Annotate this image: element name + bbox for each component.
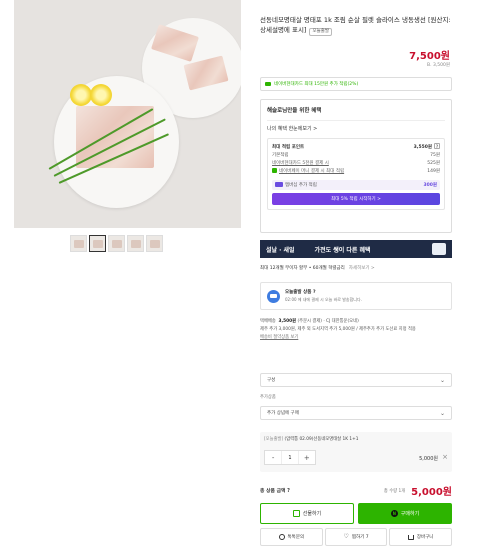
extra-select-value: 추가 상념에 구매: [267, 411, 299, 416]
installment-text: 최대 12개월 무이자 할부 • 60개월 혁렬금리: [260, 266, 345, 271]
shipping-info: 택배배송 3,500원 (주문시 결제) · CJ 대한통운(오네) 제주 추가…: [260, 318, 452, 342]
point-row-label: 기본적립: [272, 153, 289, 158]
benefit-title: 해슬로님만을 위한 혜택: [267, 108, 322, 114]
installment-more-link[interactable]: 자세히보기 >: [349, 266, 375, 271]
lemon-slice: [70, 84, 92, 106]
membership-icon: [275, 182, 283, 187]
thumbnail[interactable]: [70, 235, 87, 252]
buy-button-label: 구매하기: [400, 511, 420, 517]
cart-button[interactable]: 장바구니: [389, 528, 453, 546]
total-qty: 총 수량 1개: [383, 488, 406, 494]
extra-product-label: 추가상품: [260, 395, 276, 400]
card-promo-text: 네이버현대카드 최대 15만원 추가 적립(2%): [274, 82, 359, 87]
chevron-down-icon: ⌄: [439, 377, 445, 384]
option-tag: [오늘출발]: [264, 437, 284, 442]
npay-icon: [272, 168, 277, 173]
point-row-value: 525원: [427, 161, 440, 166]
benefit-overview-link[interactable]: 나의 혜택 한눈에보기 >: [267, 125, 445, 132]
delivery-title: 오늘출발 상품 ?: [285, 290, 316, 295]
shipping-saving-link[interactable]: 배송비 절약상품 보기: [260, 334, 452, 342]
point-summary: 최대 적립 포인트 3,550원? 기본적립 75원 네이버현대카드 5천원 결…: [267, 138, 445, 210]
membership-row: 멤버십 추가 적립 300원: [272, 180, 440, 190]
option-name-text: (압력통 02.09)선동네모명태살 1K 1+1: [284, 437, 359, 442]
composition-select-value: 구성: [267, 378, 276, 383]
membership-label: 멤버십 추가 적립: [285, 183, 317, 188]
heart-icon: ♡: [343, 533, 349, 540]
max-point-row: 최대 적립 포인트 3,550원?: [272, 143, 440, 152]
delivery-desc: 02:00 에 내에 결제 시 오늘 바로 발송합니다.: [285, 297, 362, 302]
selected-option-name: [오늘출발] (압력통 02.09)선동네모명태살 1K 1+1: [264, 436, 448, 442]
total-label: 총 상품 금액 ?: [260, 489, 290, 494]
bottom-action-bar: 톡톡문의 ♡ 찜하기 7 장바구니: [260, 528, 453, 546]
point-row: 네이버페이 머니 결제 시 최대 적립 149원: [272, 168, 440, 176]
chevron-down-icon: ⌄: [439, 410, 445, 417]
gift-button[interactable]: 선물하기: [260, 503, 354, 524]
thumbnail[interactable]: [146, 235, 163, 252]
composition-select[interactable]: 구성 ⌄: [260, 373, 452, 387]
talk-button-label: 톡톡문의: [287, 535, 305, 540]
membership-start-button[interactable]: 최대 5% 적립 시작하기 >: [272, 193, 440, 205]
max-point-label: 최대 적립 포인트: [272, 144, 305, 150]
point-row-link[interactable]: 네이버현대카드 5천원 결제 시: [272, 160, 329, 168]
decrease-button[interactable]: -: [265, 451, 281, 464]
selected-option: [오늘출발] (압력통 02.09)선동네모명태살 1K 1+1 - 1 + 5…: [260, 432, 452, 472]
card-icon: [265, 82, 271, 86]
shipping-fee: 3,500원: [278, 319, 297, 324]
option-price: 5,000원: [419, 456, 438, 462]
lemon-slice: [90, 84, 112, 106]
total-row: 총 상품 금액 ? 총 수량 1개 5,000원: [260, 483, 452, 498]
shipping-detail: (주문시 결제) · CJ 대한통운(오네): [297, 319, 359, 324]
promo-banner[interactable]: 설날 · 새일 가전도 쌩이 다른 혜택: [260, 240, 452, 258]
point-row-value: 149원: [427, 169, 440, 174]
point-row-value: 75원: [430, 153, 440, 158]
thumbnail[interactable]: [108, 235, 125, 252]
talk-button[interactable]: 톡톡문의: [260, 528, 323, 546]
shipping-note: B. 3,500원: [427, 63, 450, 68]
gift-icon: [292, 510, 300, 517]
card-promo-banner[interactable]: 네이버현대카드 최대 15만원 추가 적립(2%): [260, 77, 452, 91]
close-icon[interactable]: ×: [442, 453, 448, 461]
increase-button[interactable]: +: [299, 451, 315, 464]
promo-banner-left: 설날 · 새일: [266, 246, 295, 254]
like-button[interactable]: ♡ 찜하기 7: [324, 528, 388, 546]
truck-icon: [267, 289, 280, 303]
membership-value: 300원: [423, 183, 437, 188]
quantity-value[interactable]: 1: [281, 451, 299, 464]
point-row: 기본적립 75원: [272, 152, 440, 160]
point-row: 네이버현대카드 5천원 결제 시 525원: [272, 160, 440, 168]
quantity-stepper: - 1 +: [264, 450, 316, 465]
gift-button-label: 선물하기: [302, 511, 322, 517]
shipping-line1: 택배배송 3,500원 (주문시 결제) · CJ 대한통운(오네): [260, 318, 452, 326]
extra-product-select[interactable]: 추가 상념에 구매 ⌄: [260, 406, 452, 420]
max-point-value: 3,550원: [413, 145, 432, 150]
appliance-icon: [432, 243, 446, 255]
buy-button[interactable]: N 구매하기: [358, 503, 452, 524]
like-button-label: 찜하기 7: [351, 535, 369, 540]
total-right: 총 수량 1개 5,000원: [384, 483, 452, 498]
npay-icon: N: [390, 510, 398, 517]
thumbnail-selected[interactable]: [89, 235, 106, 252]
cart-button-label: 장바구니: [416, 535, 434, 540]
origin-badge: 오늘출발: [309, 28, 333, 36]
product-title-text: 선동네모명태살 명태포 1k 조림 순살 필렛 슬라이스 냉동생선 [원산지:상…: [260, 16, 451, 34]
shipping-label: 택배배송: [260, 319, 276, 324]
promo-banner-main: 가전도 쌩이 다른 혜택: [314, 246, 371, 254]
thumbnail-strip: [70, 235, 163, 252]
product-price: 7,500원: [409, 51, 450, 62]
product-gallery: [0, 0, 241, 550]
help-icon[interactable]: ?: [434, 143, 440, 149]
chat-icon: [278, 534, 285, 540]
divider: [267, 120, 445, 121]
benefit-box: 해슬로님만을 위한 혜택 나의 혜택 한눈에보기 > 최대 적립 포인트 3,5…: [260, 99, 452, 233]
delivery-box: 오늘출발 상품 ? 02:00 에 내에 결제 시 오늘 바로 발송합니다.: [260, 282, 452, 310]
thumbnail[interactable]: [127, 235, 144, 252]
total-price: 5,000원: [411, 487, 452, 498]
cart-icon: [407, 534, 414, 540]
product-main-image[interactable]: [14, 0, 241, 228]
shipping-line2: 제주 추가 3,000원, 제주 외 도서지역 추가 5,000원 / 제주추가…: [260, 327, 416, 332]
point-row-link[interactable]: 네이버페이 머니 결제 시 최대 적립: [279, 169, 344, 174]
installment-info: 최대 12개월 무이자 할부 • 60개월 혁렬금리 자세히보기 >: [260, 265, 375, 271]
delivery-text: 오늘출발 상품 ? 02:00 에 내에 결제 시 오늘 바로 발송합니다.: [285, 289, 362, 303]
product-title: 선동네모명태살 명태포 1k 조림 순살 필렛 슬라이스 냉동생선 [원산지:상…: [260, 15, 452, 36]
